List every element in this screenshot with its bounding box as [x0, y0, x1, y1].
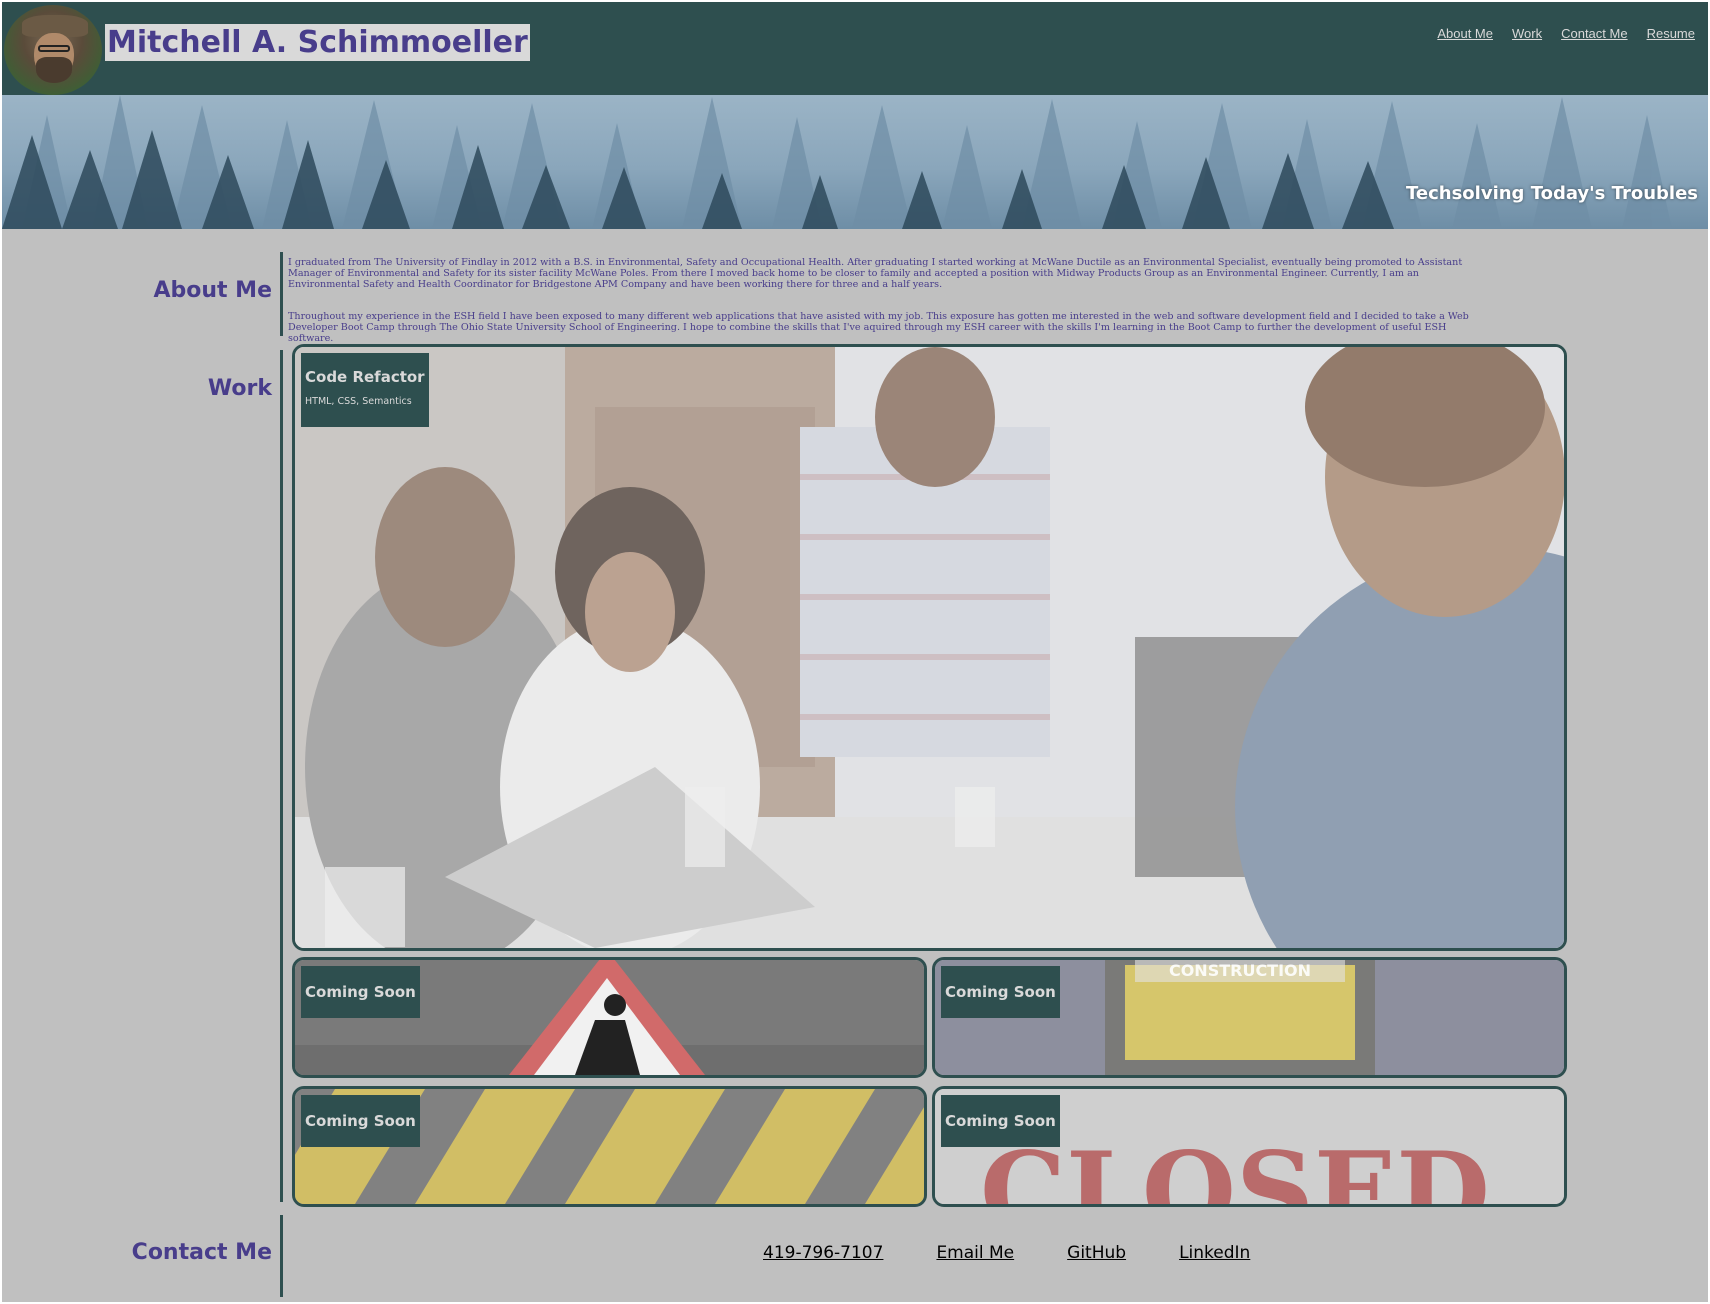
site-header: Mitchell A. Schimmoeller About Me Work C… [2, 2, 1708, 95]
work-card-featured[interactable]: Code Refactor HTML, CSS, Semantics [292, 344, 1567, 951]
site-title: Mitchell A. Schimmoeller [105, 24, 530, 61]
contact-divider [280, 1215, 283, 1297]
about-paragraph-1: I graduated from The University of Findl… [288, 257, 1463, 290]
work-card-1-label: Coming Soon [301, 966, 420, 1018]
nav-resume[interactable]: Resume [1647, 26, 1695, 41]
work-heading: Work [207, 376, 272, 401]
about-me-text: I graduated from The University of Findl… [288, 257, 1478, 344]
contact-links: 419-796-7107 Email Me GitHub LinkedIn [763, 1243, 1250, 1263]
contact-phone-link[interactable]: 419-796-7107 [763, 1243, 883, 1263]
banner-tagline: Techsolving Today's Troubles [1406, 183, 1698, 204]
nav-work[interactable]: Work [1512, 26, 1542, 41]
contact-email-link[interactable]: Email Me [936, 1243, 1014, 1263]
hero-banner: Techsolving Today's Troubles [2, 95, 1708, 229]
work-card-1[interactable]: Coming Soon [292, 957, 927, 1078]
svg-text:CONSTRUCTION: CONSTRUCTION [1169, 961, 1311, 980]
featured-card-tech: HTML, CSS, Semantics [305, 396, 412, 407]
work-card-3[interactable]: Coming Soon [292, 1086, 927, 1207]
nav-contact-me[interactable]: Contact Me [1561, 26, 1627, 41]
team-meeting-image [295, 347, 1564, 948]
contact-github-link[interactable]: GitHub [1067, 1243, 1126, 1263]
work-card-4[interactable]: CLOSED Coming Soon [932, 1086, 1567, 1207]
main-nav: About Me Work Contact Me Resume [1437, 26, 1695, 41]
contact-linkedin-link[interactable]: LinkedIn [1179, 1243, 1250, 1263]
work-card-2[interactable]: CONSTRUCTION Coming Soon [932, 957, 1567, 1078]
work-divider [280, 350, 283, 1202]
featured-card-title: Code Refactor [305, 368, 425, 386]
work-card-4-label: Coming Soon [941, 1095, 1060, 1147]
featured-card-label: Code Refactor HTML, CSS, Semantics [301, 353, 429, 427]
work-card-3-label: Coming Soon [301, 1095, 420, 1147]
profile-avatar [4, 5, 102, 95]
about-divider [280, 252, 283, 336]
nav-about-me[interactable]: About Me [1437, 26, 1493, 41]
page: Mitchell A. Schimmoeller About Me Work C… [2, 2, 1708, 1302]
work-card-2-label: Coming Soon [941, 966, 1060, 1018]
forest-banner-image [2, 95, 1672, 229]
contact-me-heading: Contact Me [131, 1240, 272, 1265]
about-me-heading: About Me [153, 278, 272, 303]
about-paragraph-2: Throughout my experience in the ESH fiel… [288, 311, 1469, 344]
